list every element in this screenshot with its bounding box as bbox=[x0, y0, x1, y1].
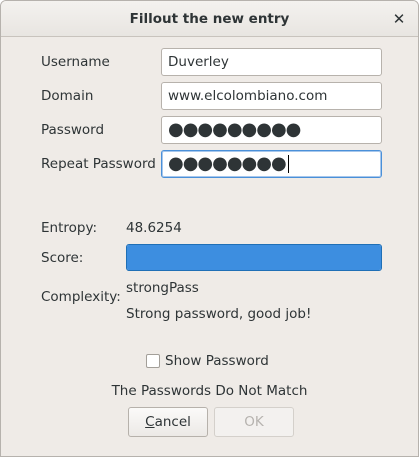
score-progress-bar bbox=[126, 244, 382, 271]
repeat-password-field[interactable]: ●●●●●●●● bbox=[161, 150, 382, 178]
repeat-password-label: Repeat Password bbox=[41, 156, 156, 172]
username-label: Username bbox=[41, 54, 110, 70]
text-caret bbox=[287, 155, 289, 173]
entropy-label: Entropy: bbox=[41, 220, 98, 236]
show-password-label: Show Password bbox=[165, 353, 269, 369]
password-masked-value: ●●●●●●●●● bbox=[168, 119, 301, 140]
domain-field[interactable]: www.elcolombiano.com bbox=[161, 82, 382, 110]
ok-button[interactable]: OK bbox=[214, 407, 294, 437]
username-field[interactable]: Duverley bbox=[161, 48, 382, 76]
close-button[interactable]: ✕ bbox=[390, 10, 408, 28]
cancel-mnemonic: C bbox=[145, 414, 155, 430]
dialog-title: Fillout the new entry bbox=[129, 11, 290, 27]
title-bar: Fillout the new entry ✕ bbox=[1, 1, 418, 37]
cancel-button[interactable]: Cancel bbox=[128, 407, 208, 437]
entropy-value: 48.6254 bbox=[126, 220, 182, 236]
new-entry-dialog: Fillout the new entry ✕ Username Duverle… bbox=[0, 0, 419, 457]
domain-label: Domain bbox=[41, 88, 94, 104]
score-progress-fill bbox=[127, 245, 381, 270]
password-label: Password bbox=[41, 122, 105, 138]
score-label: Score: bbox=[41, 250, 84, 266]
strength-message: Strong password, good job! bbox=[126, 306, 312, 322]
domain-value: www.elcolombiano.com bbox=[168, 88, 328, 104]
password-mismatch-status: The Passwords Do Not Match bbox=[111, 383, 308, 399]
cancel-label-rest: ancel bbox=[154, 414, 191, 430]
complexity-value: strongPass bbox=[126, 280, 199, 296]
username-value: Duverley bbox=[168, 54, 229, 70]
show-password-toggle[interactable]: Show Password bbox=[146, 353, 269, 369]
repeat-password-masked-value: ●●●●●●●● bbox=[168, 153, 287, 174]
password-field[interactable]: ●●●●●●●●● bbox=[161, 116, 382, 144]
close-icon: ✕ bbox=[392, 10, 406, 28]
show-password-checkbox[interactable] bbox=[146, 354, 160, 368]
complexity-label: Complexity: bbox=[41, 289, 121, 305]
